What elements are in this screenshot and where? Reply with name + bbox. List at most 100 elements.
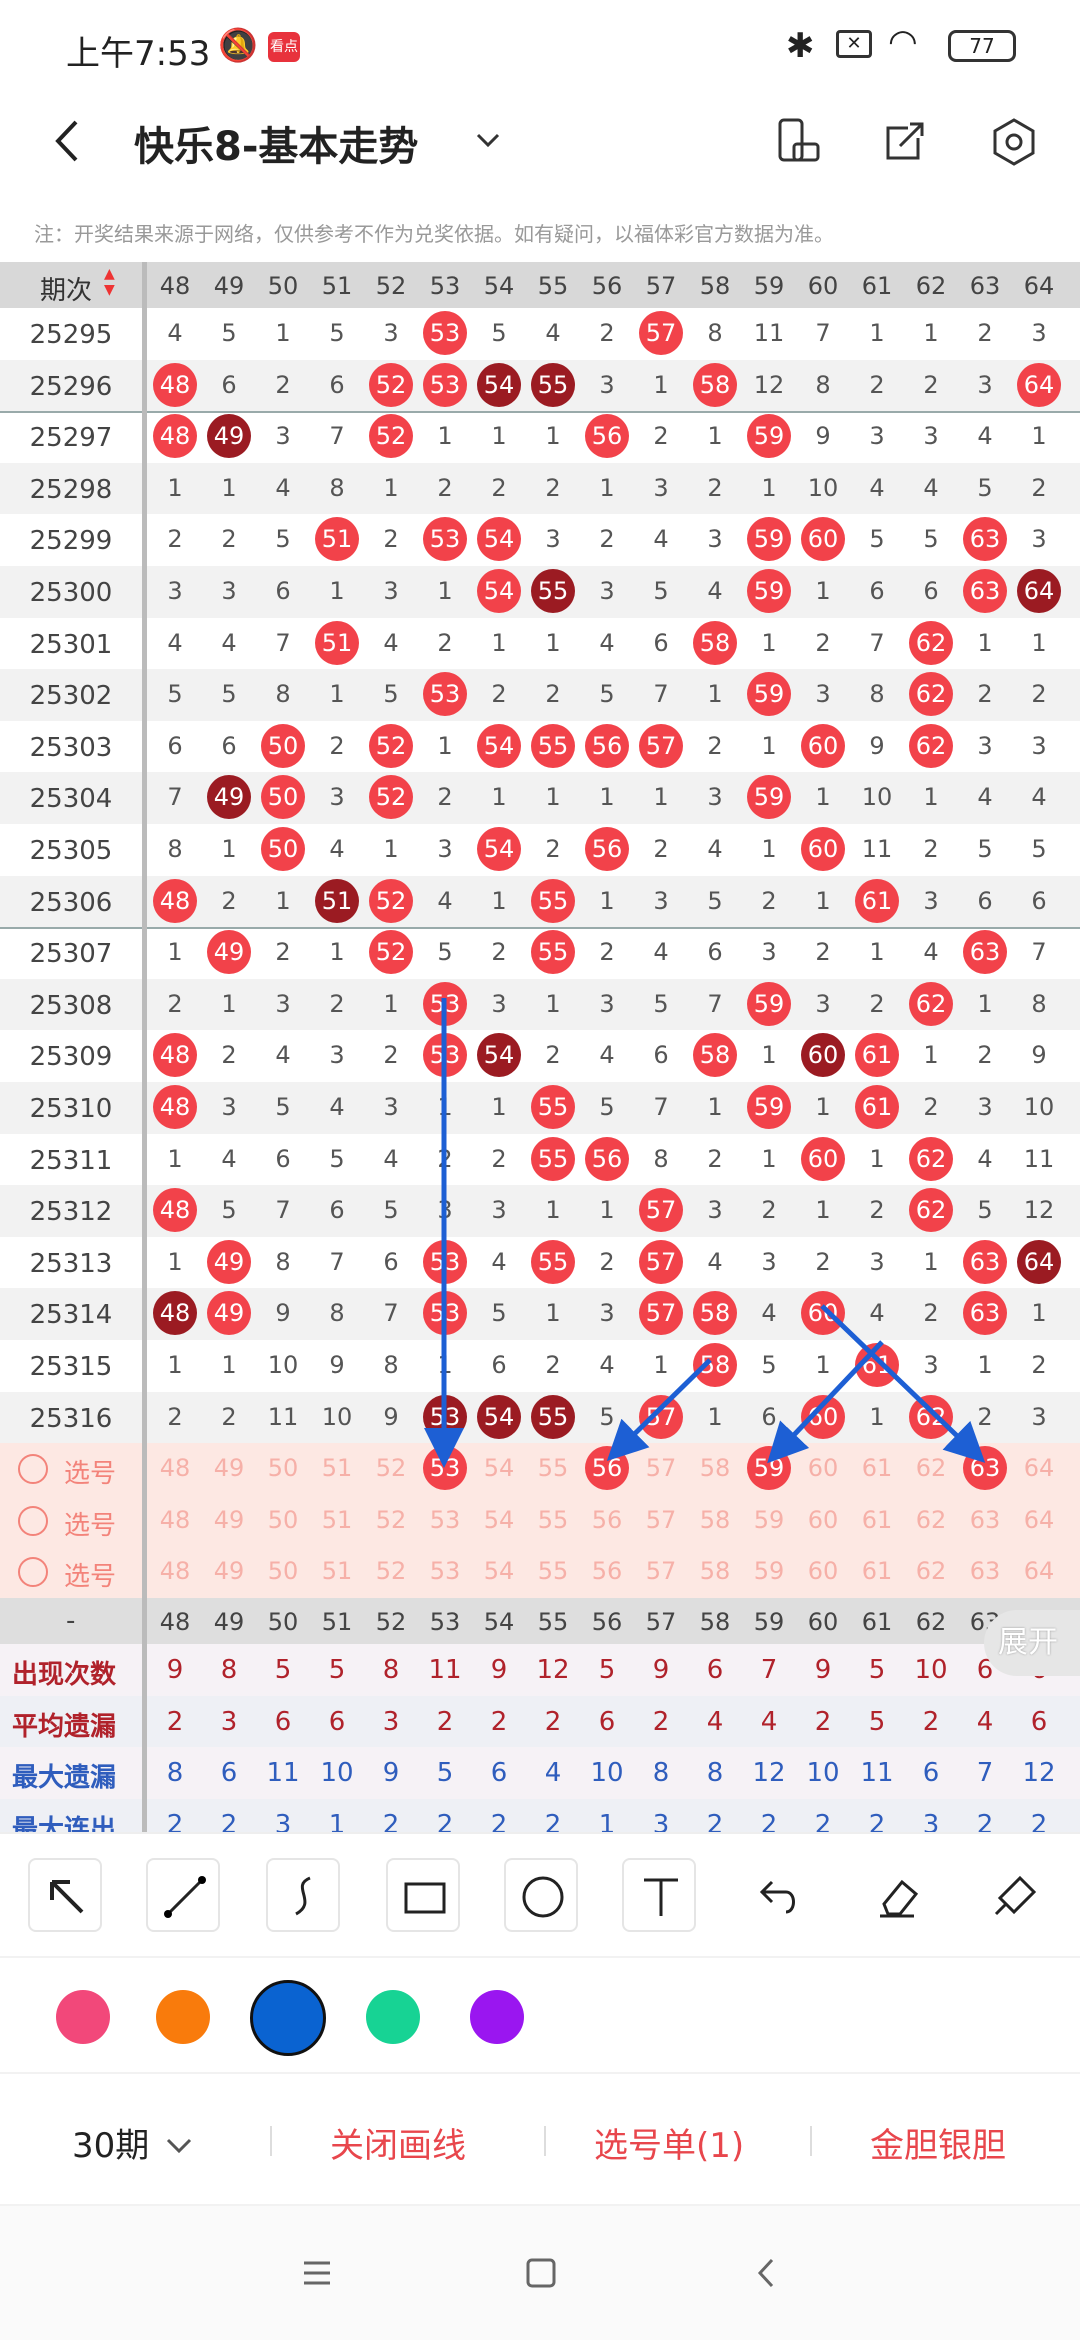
text-tool[interactable] bbox=[622, 1858, 696, 1932]
hit-ball: 49 bbox=[207, 930, 251, 975]
miss-count-cell: 6 bbox=[329, 370, 345, 399]
column-header-cell: 61 bbox=[861, 272, 893, 300]
pick-number-cell[interactable]: 57 bbox=[634, 1506, 688, 1534]
undo-tool[interactable] bbox=[740, 1858, 814, 1932]
chevron-down-icon[interactable] bbox=[470, 122, 506, 158]
pick-number-cell[interactable]: 64 bbox=[1012, 1506, 1066, 1534]
pick-number-cell[interactable]: 61 bbox=[850, 1454, 904, 1482]
pick-number-cell[interactable]: 54 bbox=[472, 1506, 526, 1534]
phone-rotate-icon[interactable] bbox=[772, 116, 824, 168]
pick-number-cell[interactable]: 62 bbox=[904, 1557, 958, 1585]
miss-count-cell: 2 bbox=[977, 319, 993, 347]
pick-list-button[interactable]: 选号单(1) bbox=[594, 2118, 744, 2167]
color-swatch[interactable] bbox=[250, 1980, 326, 2056]
pick-number-cell[interactable]: 51 bbox=[310, 1454, 364, 1482]
settings-icon[interactable] bbox=[988, 116, 1040, 168]
color-swatch[interactable] bbox=[366, 1990, 420, 2044]
pick-number-cell[interactable]: 54 bbox=[472, 1454, 526, 1482]
miss-count-cell: 2 bbox=[707, 1144, 723, 1173]
chevron-down-icon[interactable] bbox=[164, 2136, 194, 2156]
arrow-tool[interactable] bbox=[28, 1858, 102, 1932]
pick-number-cell[interactable]: 50 bbox=[256, 1454, 310, 1482]
hit-ball: 59 bbox=[747, 1085, 791, 1129]
miss-count-cell: 10 bbox=[861, 783, 893, 812]
close-drawing-button[interactable]: 关闭画线 bbox=[330, 2118, 466, 2167]
miss-count-cell: 2 bbox=[923, 1093, 939, 1121]
period-column-label[interactable]: 期次 bbox=[40, 270, 92, 307]
pick-number-cell[interactable]: 60 bbox=[796, 1506, 850, 1534]
pick-number-cell[interactable]: 59 bbox=[742, 1557, 796, 1585]
circle-tool[interactable] bbox=[504, 1858, 578, 1932]
pick-number-cell[interactable]: 48 bbox=[148, 1506, 202, 1534]
column-footer-cell: 54 bbox=[483, 1608, 515, 1636]
hit-ball: 54 bbox=[477, 723, 521, 768]
share-icon[interactable] bbox=[878, 116, 930, 168]
line-tool[interactable] bbox=[146, 1858, 220, 1932]
pick-number-cell[interactable]: 63 bbox=[958, 1557, 1012, 1585]
pick-number-cell[interactable]: 62 bbox=[904, 1454, 958, 1482]
back-icon[interactable] bbox=[44, 116, 94, 166]
pick-number-cell[interactable]: 59 bbox=[742, 1506, 796, 1534]
pick-number-cell[interactable]: 49 bbox=[202, 1557, 256, 1585]
pick-number-cell[interactable]: 53 bbox=[418, 1506, 472, 1534]
pick-number-cell[interactable]: 58 bbox=[688, 1557, 742, 1585]
period-count-select[interactable]: 30期 bbox=[72, 2118, 149, 2167]
pick-number-cell[interactable]: 56 bbox=[585, 1446, 629, 1491]
pick-number-cell[interactable]: 50 bbox=[256, 1506, 310, 1534]
pick-number-cell[interactable]: 48 bbox=[148, 1557, 202, 1585]
pick-number-cell[interactable]: 61 bbox=[850, 1506, 904, 1534]
back-nav-icon[interactable] bbox=[750, 2256, 784, 2290]
eraser-tool[interactable] bbox=[858, 1858, 932, 1932]
pick-number-cell[interactable]: 51 bbox=[310, 1506, 364, 1534]
pick-number-cell[interactable]: 63 bbox=[958, 1506, 1012, 1534]
home-icon[interactable] bbox=[524, 2256, 558, 2290]
miss-count-cell: 5 bbox=[221, 319, 237, 347]
golden-silver-button[interactable]: 金胆银胆 bbox=[870, 2118, 1006, 2167]
stats-value: 10 bbox=[590, 1758, 624, 1789]
pick-number-cell[interactable]: 58 bbox=[688, 1454, 742, 1482]
pick-number-cell[interactable]: 50 bbox=[256, 1557, 310, 1585]
pick-number-cell[interactable]: 55 bbox=[526, 1506, 580, 1534]
pick-number-cell[interactable]: 52 bbox=[364, 1557, 418, 1585]
pick-number-cell[interactable]: 55 bbox=[526, 1454, 580, 1482]
pick-number-cell[interactable]: 59 bbox=[747, 1446, 791, 1491]
pick-number-cell[interactable]: 54 bbox=[472, 1557, 526, 1585]
pick-number-cell[interactable]: 57 bbox=[634, 1557, 688, 1585]
pick-number-cell[interactable]: 64 bbox=[1012, 1454, 1066, 1482]
clear-brush-tool[interactable] bbox=[976, 1858, 1050, 1932]
miss-count-cell: 2 bbox=[491, 680, 507, 709]
period-cell: 25304 bbox=[29, 784, 113, 815]
rectangle-tool[interactable] bbox=[386, 1858, 460, 1932]
color-swatch[interactable] bbox=[470, 1990, 524, 2044]
hit-ball: 53 bbox=[423, 1291, 467, 1336]
pick-row-checkbox[interactable] bbox=[18, 1454, 48, 1485]
curve-tool[interactable] bbox=[266, 1858, 340, 1932]
pick-number-cell[interactable]: 49 bbox=[202, 1506, 256, 1534]
pick-number-cell[interactable]: 64 bbox=[1012, 1557, 1066, 1585]
pick-number-cell[interactable]: 61 bbox=[850, 1557, 904, 1585]
pick-number-cell[interactable]: 58 bbox=[688, 1506, 742, 1534]
pick-number-cell[interactable]: 56 bbox=[580, 1557, 634, 1585]
expand-button[interactable]: 展开 bbox=[984, 1610, 1080, 1676]
pick-row-checkbox[interactable] bbox=[18, 1505, 48, 1536]
pick-number-cell[interactable]: 52 bbox=[364, 1506, 418, 1534]
pick-number-cell[interactable]: 53 bbox=[418, 1557, 472, 1585]
pick-number-cell[interactable]: 53 bbox=[423, 1446, 467, 1491]
pick-number-cell[interactable]: 56 bbox=[580, 1506, 634, 1534]
page-title[interactable]: 快乐8-基本走势 bbox=[134, 114, 418, 172]
sort-arrows-icon[interactable]: ▲ ▼ bbox=[104, 266, 115, 298]
pick-number-cell[interactable]: 55 bbox=[526, 1557, 580, 1585]
pick-number-cell[interactable]: 51 bbox=[310, 1557, 364, 1585]
pick-number-cell[interactable]: 60 bbox=[796, 1557, 850, 1585]
pick-number-cell[interactable]: 49 bbox=[202, 1454, 256, 1482]
pick-number-cell[interactable]: 48 bbox=[148, 1454, 202, 1482]
pick-number-cell[interactable]: 57 bbox=[634, 1454, 688, 1482]
menu-icon[interactable] bbox=[300, 2256, 334, 2290]
color-swatch[interactable] bbox=[156, 1990, 210, 2044]
pick-number-cell[interactable]: 62 bbox=[904, 1506, 958, 1534]
pick-number-cell[interactable]: 52 bbox=[364, 1454, 418, 1482]
pick-number-cell[interactable]: 60 bbox=[796, 1454, 850, 1482]
pick-number-cell[interactable]: 63 bbox=[963, 1446, 1007, 1491]
pick-row-checkbox[interactable] bbox=[18, 1557, 48, 1588]
color-swatch[interactable] bbox=[56, 1990, 110, 2044]
